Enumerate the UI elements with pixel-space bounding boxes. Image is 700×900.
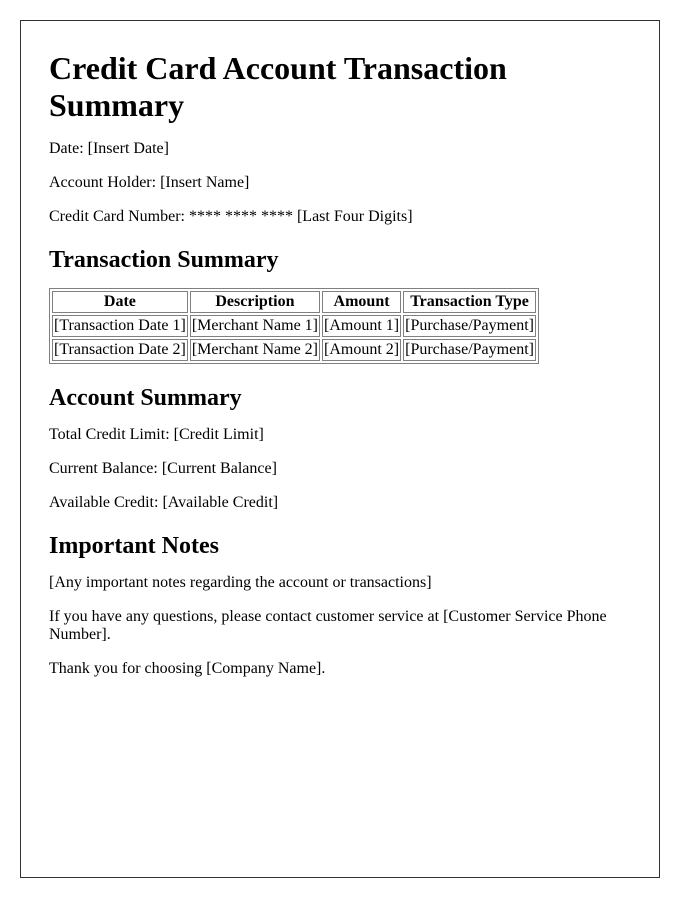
important-note: [Any important notes regarding the accou…	[49, 574, 432, 591]
thank-you-note: Thank you for choosing [Company Name].	[49, 660, 326, 677]
cell-amount: [Amount 1]	[322, 315, 402, 337]
table-header-row: Date Description Amount Transaction Type	[52, 291, 536, 313]
cell-description: [Merchant Name 1]	[189, 315, 320, 337]
contact-note: If you have any questions, please contac…	[49, 608, 607, 643]
cell-date: [Transaction Date 1]	[52, 315, 188, 337]
transaction-summary-heading: Transaction Summary	[49, 247, 279, 273]
account-summary-heading: Account Summary	[49, 385, 242, 411]
column-header-date: Date	[52, 291, 188, 313]
cell-transaction-type: [Purchase/Payment]	[403, 339, 536, 361]
column-header-description: Description	[189, 291, 320, 313]
available-credit: Available Credit: [Available Credit]	[49, 494, 279, 511]
date-line: Date: [Insert Date]	[49, 140, 169, 157]
total-credit-limit: Total Credit Limit: [Credit Limit]	[49, 426, 264, 443]
document-page: Credit Card Account Transaction Summary …	[20, 20, 660, 878]
card-number-line: Credit Card Number: **** **** **** [Last…	[49, 208, 413, 225]
cell-amount: [Amount 2]	[322, 339, 402, 361]
column-header-transaction-type: Transaction Type	[403, 291, 536, 313]
cell-date: [Transaction Date 2]	[52, 339, 188, 361]
cell-transaction-type: [Purchase/Payment]	[403, 315, 536, 337]
page-title: Credit Card Account Transaction Summary	[49, 50, 507, 123]
column-header-amount: Amount	[322, 291, 402, 313]
important-notes-heading: Important Notes	[49, 533, 219, 559]
table-row: [Transaction Date 1] [Merchant Name 1] […	[52, 315, 536, 337]
account-holder-line: Account Holder: [Insert Name]	[49, 174, 250, 191]
cell-description: [Merchant Name 2]	[189, 339, 320, 361]
transaction-table: Date Description Amount Transaction Type…	[49, 288, 539, 364]
current-balance: Current Balance: [Current Balance]	[49, 460, 277, 477]
table-row: [Transaction Date 2] [Merchant Name 2] […	[52, 339, 536, 361]
